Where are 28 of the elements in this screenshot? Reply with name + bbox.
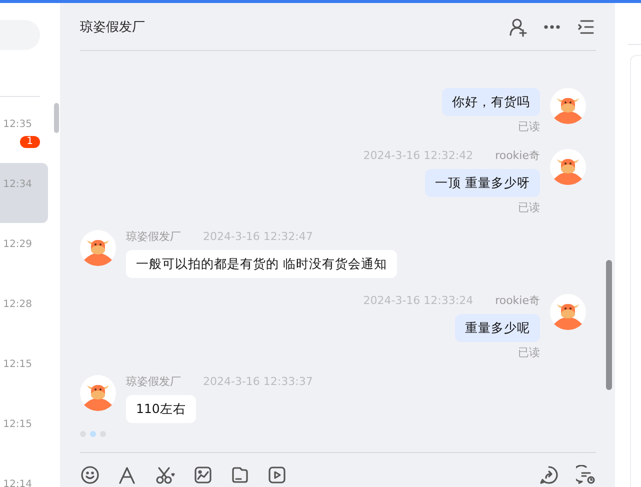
conversation-time: 12:15	[3, 359, 32, 370]
message-bubble: 一般可以拍的都是有货的 临时没有货会通知	[126, 250, 397, 278]
conversation-item[interactable]: 12:34	[0, 163, 48, 223]
message-bubble: 重量多少呢	[455, 314, 540, 342]
message-bubble: 一顶 重量多少呀	[425, 169, 540, 197]
sender-name: rookie奇	[495, 294, 540, 308]
conversation-time: 12:34	[3, 179, 32, 190]
sender-name: 琼姿假发厂	[126, 230, 181, 244]
chat-title: 琼姿假发厂	[80, 18, 145, 36]
conversation-item[interactable]: 12:29	[0, 223, 48, 283]
message-bubble: 110左右	[126, 395, 196, 423]
conversation-item[interactable]: 12:15	[0, 343, 48, 403]
message-bubble: 你好，有货吗	[442, 88, 540, 116]
conversation-item[interactable]: 12:14	[0, 463, 48, 487]
read-status: 已读	[518, 201, 540, 214]
conversation-item[interactable]: 12:35 1	[0, 103, 48, 163]
sender-name: 琼姿假发厂	[126, 375, 181, 389]
conversation-item[interactable]: 12:28	[0, 283, 48, 343]
read-status: 已读	[518, 346, 540, 359]
conversation-time: 12:29	[3, 239, 32, 250]
conversation-time: 12:35	[3, 119, 32, 130]
conversation-time: 12:28	[3, 299, 32, 310]
read-status: 已读	[518, 120, 540, 133]
sender-name: rookie奇	[495, 149, 540, 163]
unread-badge: 1	[20, 136, 40, 148]
conversation-time: 12:14	[3, 479, 32, 487]
conversation-time: 12:15	[3, 419, 32, 430]
conversation-item[interactable]: 12:15	[0, 403, 48, 463]
